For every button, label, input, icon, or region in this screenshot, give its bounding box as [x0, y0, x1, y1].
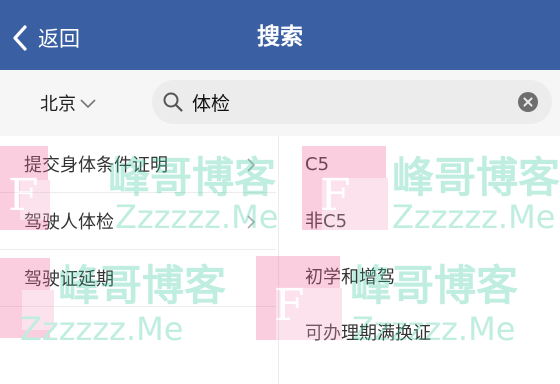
- list-item-label: 驾驶人体检: [24, 212, 114, 233]
- list-item-label: 可办理期满换证: [305, 323, 431, 344]
- list-item-label: 非C5: [305, 211, 348, 232]
- clear-icon[interactable]: [518, 92, 538, 112]
- search-icon: [163, 92, 183, 112]
- list-item[interactable]: 初学和增驾: [283, 248, 560, 304]
- list-item[interactable]: 驾驶证延期: [0, 250, 276, 307]
- column-divider: [278, 136, 279, 384]
- list-item-label: C5: [305, 153, 330, 175]
- chevron-down-icon: [80, 99, 96, 109]
- results-panel: 提交身体条件证明 驾驶人体检 驾驶证延期 C5 非C5 初学和增驾 可办理期满换…: [0, 136, 560, 384]
- sub-option-list: C5 非C5 初学和增驾 可办理期满换证: [283, 136, 560, 384]
- search-box: [152, 80, 552, 124]
- nav-header: 返回 搜索: [0, 0, 560, 70]
- list-item-label: 初学和增驾: [305, 267, 395, 288]
- list-item[interactable]: 可办理期满换证: [283, 304, 560, 360]
- list-item-label: 提交身体条件证明: [24, 155, 168, 176]
- chevron-right-icon: [247, 158, 256, 172]
- city-label: 北京: [40, 94, 76, 115]
- list-item[interactable]: 提交身体条件证明: [0, 136, 276, 193]
- chevron-right-icon: [247, 215, 256, 229]
- page-title: 搜索: [257, 24, 303, 50]
- list-item[interactable]: 非C5: [283, 192, 560, 248]
- search-bar: 北京: [0, 70, 560, 136]
- search-input[interactable]: [192, 86, 502, 118]
- city-selector[interactable]: 北京: [40, 88, 97, 118]
- list-item-label: 驾驶证延期: [24, 269, 114, 290]
- list-item[interactable]: C5: [283, 136, 560, 192]
- list-item[interactable]: 驾驶人体检: [0, 193, 276, 250]
- category-list: 提交身体条件证明 驾驶人体检 驾驶证延期: [0, 136, 276, 384]
